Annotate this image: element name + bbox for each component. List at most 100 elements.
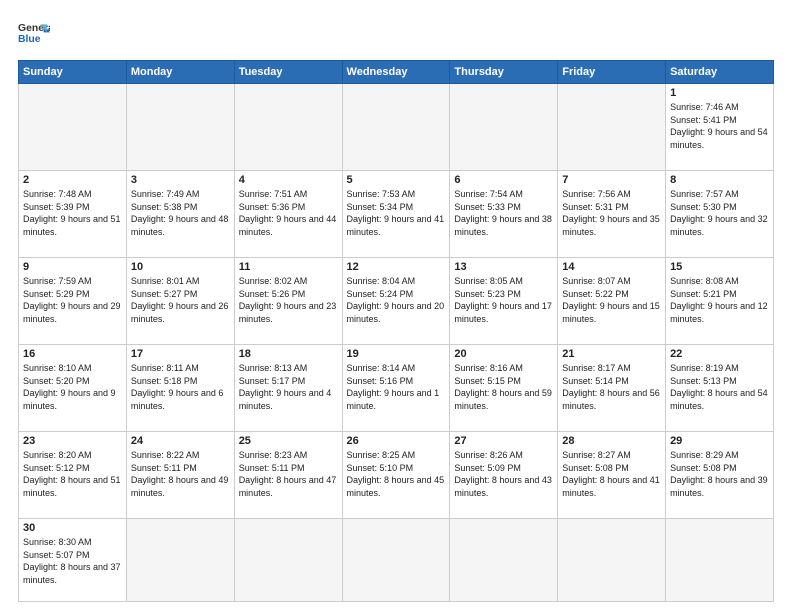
weekday-header-wednesday: Wednesday: [342, 61, 450, 84]
day-number: 18: [239, 348, 338, 360]
day-info: Sunrise: 8:10 AM Sunset: 5:20 PM Dayligh…: [23, 362, 122, 412]
day-info: Sunrise: 8:16 AM Sunset: 5:15 PM Dayligh…: [454, 362, 553, 412]
weekday-header-monday: Monday: [126, 61, 234, 84]
day-cell: [342, 84, 450, 171]
day-info: Sunrise: 7:48 AM Sunset: 5:39 PM Dayligh…: [23, 188, 122, 238]
day-cell: [558, 519, 666, 602]
day-cell: 1Sunrise: 7:46 AM Sunset: 5:41 PM Daylig…: [666, 84, 774, 171]
weekday-header-saturday: Saturday: [666, 61, 774, 84]
day-cell: [234, 84, 342, 171]
day-number: 17: [131, 348, 230, 360]
day-cell: [342, 519, 450, 602]
day-number: 5: [347, 174, 446, 186]
weekday-header-friday: Friday: [558, 61, 666, 84]
day-info: Sunrise: 8:25 AM Sunset: 5:10 PM Dayligh…: [347, 449, 446, 499]
day-cell: 15Sunrise: 8:08 AM Sunset: 5:21 PM Dayli…: [666, 258, 774, 345]
day-info: Sunrise: 7:56 AM Sunset: 5:31 PM Dayligh…: [562, 188, 661, 238]
day-cell: 19Sunrise: 8:14 AM Sunset: 5:16 PM Dayli…: [342, 345, 450, 432]
day-cell: 25 Sunrise: 8:23 AM Sunset: 5:11 PM Dayli…: [234, 432, 342, 519]
day-info: Sunrise: 7:57 AM Sunset: 5:30 PM Dayligh…: [670, 188, 769, 238]
day-number: 24: [131, 435, 230, 447]
day-number: 22: [670, 348, 769, 360]
day-number: 4: [239, 174, 338, 186]
day-cell: 9 Sunrise: 7:59 AM Sunset: 5:29 PM Daylig…: [19, 258, 127, 345]
day-info: Sunrise: 8:07 AM Sunset: 5:22 PM Dayligh…: [562, 275, 661, 325]
week-row-5: 30Sunrise: 8:30 AM Sunset: 5:07 PM Dayli…: [19, 519, 774, 602]
day-cell: 4 Sunrise: 7:51 AM Sunset: 5:36 PM Daylig…: [234, 171, 342, 258]
day-cell: 20 Sunrise: 8:16 AM Sunset: 5:15 PM Dayli…: [450, 345, 558, 432]
day-info: Sunrise: 7:54 AM Sunset: 5:33 PM Dayligh…: [454, 188, 553, 238]
day-number: 20: [454, 348, 553, 360]
week-row-1: 2 Sunrise: 7:48 AM Sunset: 5:39 PM Daylig…: [19, 171, 774, 258]
day-cell: 29 Sunrise: 8:29 AM Sunset: 5:08 PM Dayli…: [666, 432, 774, 519]
week-row-0: 1Sunrise: 7:46 AM Sunset: 5:41 PM Daylig…: [19, 84, 774, 171]
svg-text:Blue: Blue: [18, 34, 41, 45]
day-cell: [450, 519, 558, 602]
day-cell: 28 Sunrise: 8:27 AM Sunset: 5:08 PM Dayli…: [558, 432, 666, 519]
day-number: 3: [131, 174, 230, 186]
day-info: Sunrise: 7:49 AM Sunset: 5:38 PM Dayligh…: [131, 188, 230, 238]
day-cell: 16 Sunrise: 8:10 AM Sunset: 5:20 PM Dayli…: [19, 345, 127, 432]
day-info: Sunrise: 8:30 AM Sunset: 5:07 PM Dayligh…: [23, 536, 122, 586]
day-info: Sunrise: 8:26 AM Sunset: 5:09 PM Dayligh…: [454, 449, 553, 499]
day-number: 23: [23, 435, 122, 447]
weekday-header-row: SundayMondayTuesdayWednesdayThursdayFrid…: [19, 61, 774, 84]
day-info: Sunrise: 8:13 AM Sunset: 5:17 PM Dayligh…: [239, 362, 338, 412]
day-cell: 26 Sunrise: 8:25 AM Sunset: 5:10 PM Dayli…: [342, 432, 450, 519]
day-number: 19: [347, 348, 446, 360]
day-number: 13: [454, 261, 553, 273]
day-info: Sunrise: 7:59 AM Sunset: 5:29 PM Dayligh…: [23, 275, 122, 325]
day-cell: 6 Sunrise: 7:54 AM Sunset: 5:33 PM Daylig…: [450, 171, 558, 258]
day-number: 14: [562, 261, 661, 273]
day-info: Sunrise: 7:53 AM Sunset: 5:34 PM Dayligh…: [347, 188, 446, 238]
day-cell: [19, 84, 127, 171]
day-info: Sunrise: 8:01 AM Sunset: 5:27 PM Dayligh…: [131, 275, 230, 325]
day-cell: 30Sunrise: 8:30 AM Sunset: 5:07 PM Dayli…: [19, 519, 127, 602]
day-number: 25: [239, 435, 338, 447]
weekday-header-thursday: Thursday: [450, 61, 558, 84]
day-info: Sunrise: 8:08 AM Sunset: 5:21 PM Dayligh…: [670, 275, 769, 325]
day-info: Sunrise: 8:20 AM Sunset: 5:12 PM Dayligh…: [23, 449, 122, 499]
day-info: Sunrise: 8:27 AM Sunset: 5:08 PM Dayligh…: [562, 449, 661, 499]
week-row-3: 16 Sunrise: 8:10 AM Sunset: 5:20 PM Dayli…: [19, 345, 774, 432]
day-info: Sunrise: 8:05 AM Sunset: 5:23 PM Dayligh…: [454, 275, 553, 325]
day-cell: 3 Sunrise: 7:49 AM Sunset: 5:38 PM Daylig…: [126, 171, 234, 258]
day-info: Sunrise: 7:51 AM Sunset: 5:36 PM Dayligh…: [239, 188, 338, 238]
logo-icon: General Blue: [18, 18, 50, 50]
day-number: 7: [562, 174, 661, 186]
day-info: Sunrise: 8:23 AM Sunset: 5:11 PM Dayligh…: [239, 449, 338, 499]
day-number: 29: [670, 435, 769, 447]
day-number: 27: [454, 435, 553, 447]
day-number: 12: [347, 261, 446, 273]
week-row-2: 9 Sunrise: 7:59 AM Sunset: 5:29 PM Daylig…: [19, 258, 774, 345]
page: General Blue SundayMondayTuesdayWednesda…: [0, 0, 792, 612]
day-number: 26: [347, 435, 446, 447]
weekday-header-tuesday: Tuesday: [234, 61, 342, 84]
day-number: 2: [23, 174, 122, 186]
day-cell: 21 Sunrise: 8:17 AM Sunset: 5:14 PM Dayli…: [558, 345, 666, 432]
day-cell: 12 Sunrise: 8:04 AM Sunset: 5:24 PM Dayli…: [342, 258, 450, 345]
day-cell: 8Sunrise: 7:57 AM Sunset: 5:30 PM Daylig…: [666, 171, 774, 258]
day-cell: 18 Sunrise: 8:13 AM Sunset: 5:17 PM Dayli…: [234, 345, 342, 432]
day-cell: 23 Sunrise: 8:20 AM Sunset: 5:12 PM Dayli…: [19, 432, 127, 519]
day-cell: [450, 84, 558, 171]
day-cell: 11 Sunrise: 8:02 AM Sunset: 5:26 PM Dayli…: [234, 258, 342, 345]
day-info: Sunrise: 8:29 AM Sunset: 5:08 PM Dayligh…: [670, 449, 769, 499]
day-info: Sunrise: 8:17 AM Sunset: 5:14 PM Dayligh…: [562, 362, 661, 412]
day-info: Sunrise: 7:46 AM Sunset: 5:41 PM Dayligh…: [670, 101, 769, 151]
day-number: 6: [454, 174, 553, 186]
week-row-4: 23 Sunrise: 8:20 AM Sunset: 5:12 PM Dayli…: [19, 432, 774, 519]
day-number: 11: [239, 261, 338, 273]
day-number: 16: [23, 348, 122, 360]
day-number: 9: [23, 261, 122, 273]
day-cell: 13 Sunrise: 8:05 AM Sunset: 5:23 PM Dayli…: [450, 258, 558, 345]
day-info: Sunrise: 8:04 AM Sunset: 5:24 PM Dayligh…: [347, 275, 446, 325]
day-info: Sunrise: 8:02 AM Sunset: 5:26 PM Dayligh…: [239, 275, 338, 325]
day-cell: 14 Sunrise: 8:07 AM Sunset: 5:22 PM Dayli…: [558, 258, 666, 345]
day-info: Sunrise: 8:22 AM Sunset: 5:11 PM Dayligh…: [131, 449, 230, 499]
day-cell: 10Sunrise: 8:01 AM Sunset: 5:27 PM Dayli…: [126, 258, 234, 345]
day-number: 28: [562, 435, 661, 447]
logo: General Blue: [18, 18, 54, 50]
day-number: 21: [562, 348, 661, 360]
calendar-table: SundayMondayTuesdayWednesdayThursdayFrid…: [18, 60, 774, 602]
